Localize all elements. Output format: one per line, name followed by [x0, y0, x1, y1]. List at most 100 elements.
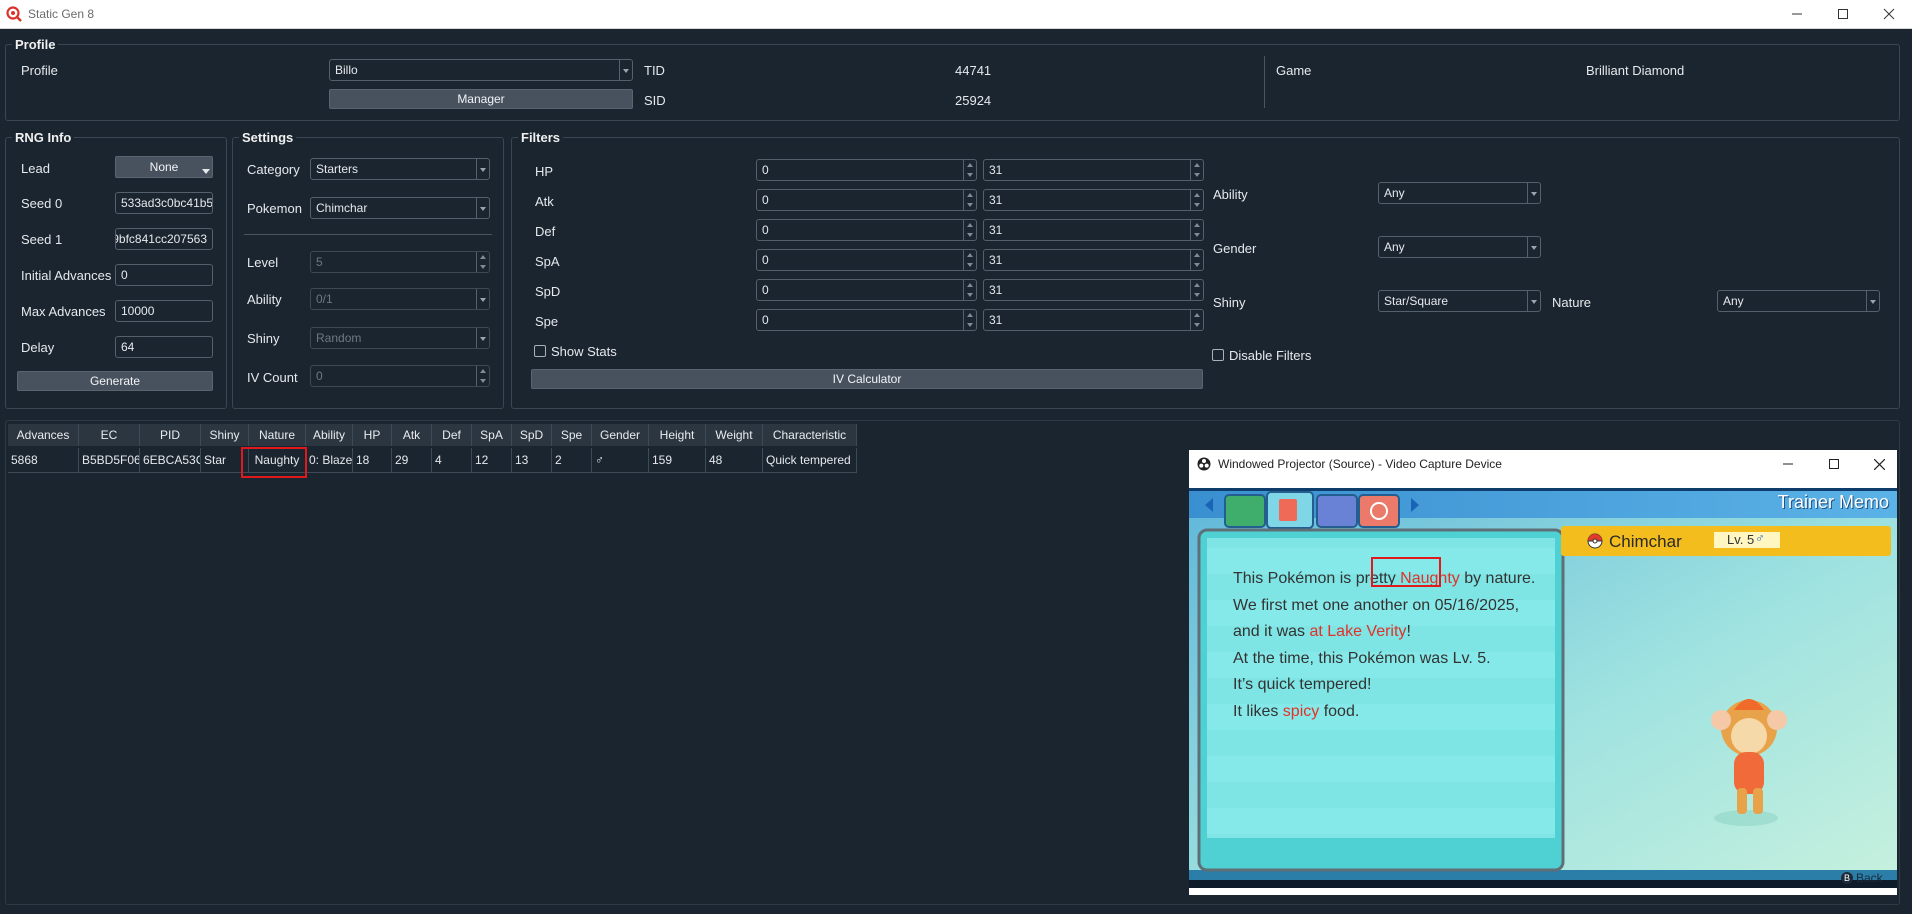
chevron-down-icon	[619, 60, 632, 80]
spinner-arrows-icon	[1190, 280, 1203, 300]
table-cell: Quick tempered	[763, 448, 857, 472]
spinner-arrows-icon	[476, 366, 489, 386]
iv-min-spinbox[interactable]: 0	[756, 189, 977, 211]
iv-min-spinbox[interactable]: 0	[756, 249, 977, 271]
category-label: Category	[247, 162, 300, 177]
spinner-arrows-icon	[1190, 310, 1203, 330]
chevron-down-icon	[476, 328, 489, 348]
column-header[interactable]: Characteristic	[763, 424, 857, 446]
pokeball-icon	[1587, 533, 1603, 549]
lead-button[interactable]: None	[115, 156, 213, 178]
column-header[interactable]: SpD	[512, 424, 552, 446]
column-header[interactable]: Height	[649, 424, 706, 446]
iv-calculator-button[interactable]: IV Calculator	[531, 369, 1203, 389]
ability-select[interactable]: 0/1	[310, 288, 490, 310]
filter-shiny-value: Star/Square	[1384, 294, 1449, 308]
iv-max-value: 31	[989, 193, 1003, 207]
iv-count-spinbox[interactable]: 0	[310, 365, 490, 387]
initial-advances-input[interactable]: 0	[115, 264, 213, 286]
iv-max-spinbox[interactable]: 31	[983, 249, 1204, 271]
filter-nature-select[interactable]: Any	[1717, 290, 1880, 312]
iv-max-spinbox[interactable]: 31	[983, 189, 1204, 211]
iv-stat-label: Def	[535, 224, 556, 239]
column-header[interactable]: Atk	[392, 424, 432, 446]
delay-input[interactable]: 64	[115, 336, 213, 358]
table-cell: 5868	[8, 448, 79, 472]
filter-ability-select[interactable]: Any	[1378, 182, 1541, 204]
close-icon[interactable]	[1874, 459, 1885, 470]
column-header[interactable]: Ability	[306, 424, 353, 446]
iv-max-spinbox[interactable]: 31	[983, 279, 1204, 301]
column-header[interactable]: Nature	[249, 424, 306, 446]
minimize-icon[interactable]	[1783, 459, 1793, 469]
seed0-label: Seed 0	[21, 196, 63, 211]
settings-divider	[244, 234, 492, 235]
table-cell: 0: Blaze	[306, 448, 353, 472]
manager-button[interactable]: Manager	[329, 89, 633, 109]
level-spinbox-value: 5	[316, 255, 323, 269]
iv-min-spinbox[interactable]: 0	[756, 279, 977, 301]
spinner-arrows-icon	[476, 252, 489, 272]
max-advances-input[interactable]: 10000	[115, 300, 213, 322]
category-select[interactable]: Starters	[310, 158, 490, 180]
iv-min-spinbox[interactable]: 0	[756, 309, 977, 331]
iv-count-label: IV Count	[247, 370, 298, 385]
seed1-input[interactable]: 9bfc841cc207563	[115, 228, 213, 250]
pokemon-select[interactable]: Chimchar	[310, 197, 490, 219]
table-cell: 4	[432, 448, 472, 472]
column-header[interactable]: HP	[353, 424, 392, 446]
male-icon: ♂	[1755, 530, 1765, 545]
maximize-icon[interactable]	[1829, 459, 1839, 469]
settings-section-title: Settings	[239, 130, 297, 145]
iv-min-value: 0	[762, 163, 769, 177]
column-header[interactable]: PID	[140, 424, 201, 446]
iv-max-spinbox[interactable]: 31	[983, 219, 1204, 241]
filter-gender-select[interactable]: Any	[1378, 236, 1541, 258]
back-button[interactable]: B Back	[1841, 871, 1883, 885]
profile-label: Profile	[21, 63, 58, 78]
column-header[interactable]: Gender	[592, 424, 649, 446]
maximize-button[interactable]	[1820, 0, 1866, 28]
column-header[interactable]: Advances	[8, 424, 79, 446]
iv-max-spinbox[interactable]: 31	[983, 159, 1204, 181]
iv-min-value: 0	[762, 313, 769, 327]
column-header[interactable]: Def	[432, 424, 472, 446]
b-button-icon: B	[1841, 872, 1853, 884]
memo-line: At the time, this Pokémon was Lv. 5.	[1233, 649, 1491, 667]
column-header[interactable]: Shiny	[201, 424, 249, 446]
lead-label: Lead	[21, 161, 50, 176]
column-header[interactable]: Weight	[706, 424, 763, 446]
memo-text: This Pokémon is pretty Naughty by nature…	[1233, 566, 1535, 725]
chevron-down-icon	[1527, 237, 1540, 257]
show-stats-checkbox[interactable]	[534, 345, 546, 357]
back-label: Back	[1856, 871, 1883, 885]
table-row[interactable]: 5868 B5BD5F06 6EBCA53C Star Naughty 0: B…	[8, 448, 857, 473]
max-advances-label: Max Advances	[21, 304, 106, 319]
ability-label: Ability	[247, 292, 282, 307]
close-button[interactable]	[1866, 0, 1912, 28]
iv-min-spinbox[interactable]: 0	[756, 159, 977, 181]
table-cell: 12	[472, 448, 512, 472]
results-header: Advances EC PID Shiny Nature Ability HP …	[8, 424, 857, 446]
iv-min-value: 0	[762, 223, 769, 237]
profile-divider	[1264, 56, 1265, 108]
memo-text-segment: by nature.	[1459, 570, 1536, 587]
column-header[interactable]: Spe	[552, 424, 592, 446]
filter-shiny-select[interactable]: Star/Square	[1378, 290, 1541, 312]
profile-select[interactable]: Billo	[329, 59, 633, 81]
generate-button[interactable]: Generate	[17, 371, 213, 391]
iv-max-spinbox[interactable]: 31	[983, 309, 1204, 331]
column-header[interactable]: SpA	[472, 424, 512, 446]
disable-filters-checkbox[interactable]	[1212, 349, 1224, 361]
shiny-select[interactable]: Random	[310, 327, 490, 349]
spinner-arrows-icon	[963, 280, 976, 300]
level-spinbox[interactable]: 5	[310, 251, 490, 273]
iv-min-spinbox[interactable]: 0	[756, 219, 977, 241]
minimize-button[interactable]	[1774, 0, 1820, 28]
seed0-input[interactable]: 533ad3c0bc41b5	[115, 192, 213, 214]
spinner-arrows-icon	[963, 190, 976, 210]
iv-max-value: 31	[989, 163, 1003, 177]
iv-count-spinbox-value: 0	[316, 369, 323, 383]
column-header[interactable]: EC	[79, 424, 140, 446]
chevron-down-icon	[1866, 291, 1879, 311]
